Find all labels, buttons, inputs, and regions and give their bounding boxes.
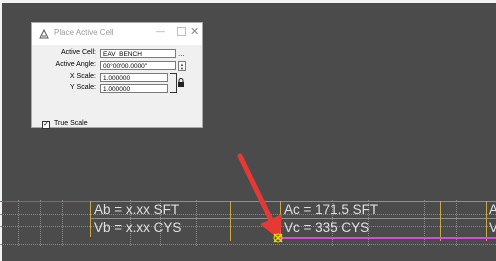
table-dotted-column [18, 200, 19, 246]
x-scale-label: X Scale: [69, 73, 96, 80]
close-button[interactable]: ✕ [190, 25, 199, 38]
active-angle-input[interactable]: 00°00'00.0000" [100, 61, 176, 70]
y-scale-label: Y Scale: [70, 84, 96, 91]
minimize-button[interactable]: — [156, 26, 165, 36]
area-b-text[interactable]: Ab = x.xx SFT [94, 202, 179, 217]
browse-cell-button[interactable]: ... [178, 49, 185, 58]
magenta-element-line [280, 237, 496, 239]
table-dotted-column [196, 200, 197, 246]
area-next-text[interactable]: A [489, 202, 496, 217]
volume-c-text[interactable]: Vc = 335 CYS [284, 220, 369, 235]
window-left-border [0, 0, 2, 261]
place-active-cell-dialog: Place Active Cell — ✕ Active Cell: EAV_B… [31, 22, 203, 129]
table-dotted-rule [0, 244, 496, 245]
volume-next-text[interactable]: V [489, 220, 496, 235]
true-scale-checkbox[interactable]: ✓ [42, 121, 50, 129]
y-scale-input[interactable]: 1.000000 [100, 84, 168, 93]
x-scale-input[interactable]: 1.000000 [100, 73, 168, 82]
table-cell-border [90, 201, 91, 237]
place-cell-tool-icon [39, 28, 49, 39]
table-dotted-column [62, 200, 63, 246]
volume-b-text[interactable]: Vb = x.xx CYS [94, 220, 181, 235]
table-cell-border [440, 201, 441, 241]
table-cell-border [486, 201, 487, 241]
dialog-title: Place Active Cell [54, 28, 114, 37]
active-angle-label: Active Angle: [55, 61, 96, 68]
lock-icon[interactable] [177, 78, 185, 87]
blue-element-line [0, 201, 92, 202]
maximize-button[interactable] [177, 27, 186, 36]
dialog-titlebar[interactable]: Place Active Cell — ✕ [32, 23, 202, 45]
active-cell-label: Active Cell: [60, 49, 96, 56]
window-top-border [0, 0, 496, 3]
active-cell-input[interactable]: EAV_BENCH [100, 49, 176, 58]
table-dotted-column [40, 200, 41, 246]
table-dotted-column [456, 200, 457, 246]
snap-point-icon[interactable] [272, 232, 284, 244]
area-c-text[interactable]: Ac = 171.5 SFT [284, 202, 378, 217]
table-row-divider [90, 218, 496, 219]
annotation-arrow-icon [237, 153, 282, 240]
angle-spinner[interactable]: ▲ ▼ [178, 61, 186, 71]
true-scale-label: True Scale [54, 120, 88, 127]
scale-lock-bracket [170, 73, 177, 93]
table-dotted-column [424, 200, 425, 246]
spin-down-icon[interactable]: ▼ [180, 67, 184, 71]
